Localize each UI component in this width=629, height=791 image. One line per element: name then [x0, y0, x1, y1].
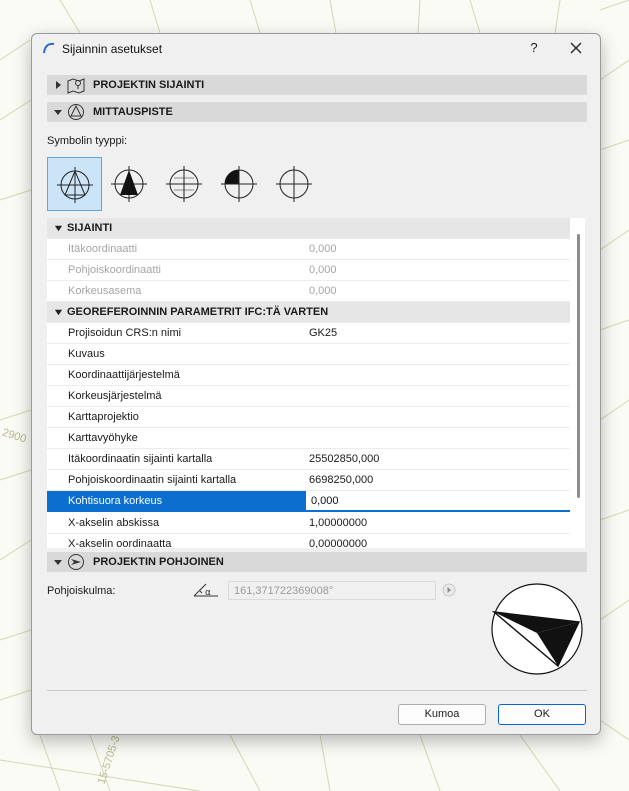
- help-button[interactable]: ?: [524, 39, 544, 57]
- map-pin-icon: [67, 78, 85, 94]
- table-row: Korkeusasema 0,000: [47, 281, 570, 302]
- symbol-type-2-button[interactable]: [102, 157, 157, 211]
- property-label: Pohjoiskoordinaatin sijainti kartalla: [68, 474, 237, 486]
- compass-icon: [68, 554, 84, 570]
- property-value: 0,000: [309, 285, 337, 297]
- table-row[interactable]: Korkeusjärjestelmä: [47, 386, 570, 407]
- north-angle-input[interactable]: 161,371722369008°: [228, 581, 436, 600]
- property-value[interactable]: 0,00000000: [309, 538, 367, 548]
- table-row[interactable]: X-akselin oordinaatta 0,00000000: [47, 534, 570, 548]
- north-compass-icon[interactable]: [490, 582, 584, 676]
- section-title: PROJEKTIN SIJAINTI: [93, 79, 205, 91]
- group-label: SIJAINTI: [67, 222, 113, 234]
- divider: [47, 690, 587, 691]
- table-row[interactable]: Pohjoiskoordinaatin sijainti kartalla 66…: [47, 470, 570, 491]
- cancel-button[interactable]: Kumoa: [398, 704, 486, 725]
- angle-icon: α: [193, 583, 218, 598]
- app-arc-icon: [43, 42, 55, 54]
- table-row[interactable]: Itäkoordinaatin sijainti kartalla 255028…: [47, 449, 570, 470]
- property-label: X-akselin oordinaatta: [68, 538, 172, 548]
- property-value: 0,000: [309, 243, 337, 255]
- section-title: PROJEKTIN POHJOINEN: [93, 556, 224, 568]
- group-georeferencing[interactable]: GEOREFEROINNIN PARAMETRIT IFC:TÄ VARTEN: [47, 302, 570, 323]
- table-row[interactable]: X-akselin abskissa 1,00000000: [47, 513, 570, 534]
- property-label: Koordinaattijärjestelmä: [68, 369, 180, 381]
- property-value[interactable]: 25502850,000: [309, 453, 379, 465]
- table-row[interactable]: Projisoidun CRS:n nimi GK25: [47, 323, 570, 344]
- dialog-title: Sijainnin asetukset: [62, 42, 163, 56]
- ok-button[interactable]: OK: [498, 704, 586, 725]
- survey-symbol-crosshair-icon: [276, 166, 312, 202]
- symbol-type-3-button[interactable]: [157, 157, 212, 211]
- survey-point-icon: [68, 104, 84, 120]
- symbol-type-label: Symbolin tyyppi:: [47, 135, 128, 147]
- title-bar: Sijainnin asetukset ?: [32, 34, 600, 62]
- property-label: Kuvaus: [68, 348, 105, 360]
- survey-symbol-open-triangle-icon: [57, 167, 93, 203]
- location-settings-dialog: Sijainnin asetukset ? PROJEKTIN SIJAINTI…: [31, 33, 601, 735]
- property-value[interactable]: 6698250,000: [309, 474, 373, 486]
- chevron-right-icon: [56, 81, 61, 89]
- table-row: Pohjoiskoordinaatti 0,000: [47, 260, 570, 281]
- table-row[interactable]: Karttaprojektio: [47, 407, 570, 428]
- table-row[interactable]: Koordinaattijärjestelmä: [47, 365, 570, 386]
- property-value-editor[interactable]: 0,000: [306, 491, 570, 512]
- arrow-right-icon[interactable]: [442, 583, 456, 597]
- svg-text:α: α: [205, 588, 211, 598]
- symbol-type-1-button[interactable]: [47, 157, 102, 211]
- property-label: Itäkoordinaatti: [68, 243, 138, 255]
- survey-symbol-quarter-filled-icon: [221, 166, 257, 202]
- property-label: Itäkoordinaatin sijainti kartalla: [68, 453, 213, 465]
- property-label: Korkeusasema: [68, 285, 142, 297]
- table-row: Itäkoordinaatti 0,000: [47, 239, 570, 260]
- property-value[interactable]: GK25: [309, 327, 337, 339]
- vertical-scrollbar[interactable]: [577, 234, 580, 498]
- property-value: 0,000: [309, 264, 337, 276]
- property-label: Karttaprojektio: [68, 411, 139, 423]
- survey-symbol-circle-cross-icon: [166, 166, 202, 202]
- property-label: Pohjoiskoordinaatti: [68, 264, 161, 276]
- group-label: GEOREFEROINNIN PARAMETRIT IFC:TÄ VARTEN: [67, 306, 329, 318]
- property-label: Korkeusjärjestelmä: [68, 390, 162, 402]
- property-label: Karttavyöhyke: [68, 432, 138, 444]
- chevron-down-icon: [54, 225, 63, 232]
- group-location[interactable]: SIJAINTI: [47, 218, 570, 239]
- property-grid[interactable]: SIJAINTI Itäkoordinaatti 0,000 Pohjoisko…: [47, 218, 585, 548]
- section-project-location[interactable]: PROJEKTIN SIJAINTI: [47, 75, 587, 95]
- property-label: X-akselin abskissa: [68, 517, 160, 529]
- table-row-selected[interactable]: Kohtisuora korkeus 0,000: [47, 491, 570, 512]
- property-value: 0,000: [311, 495, 339, 507]
- close-icon[interactable]: [566, 38, 586, 58]
- chevron-down-icon: [54, 110, 62, 115]
- section-title: MITTAUSPISTE: [93, 106, 173, 118]
- table-row[interactable]: Kuvaus: [47, 344, 570, 365]
- section-project-north[interactable]: PROJEKTIN POHJOINEN: [47, 552, 587, 572]
- survey-symbol-filled-triangle-icon: [111, 166, 147, 202]
- property-value[interactable]: 1,00000000: [309, 517, 367, 529]
- property-label: Kohtisuora korkeus: [68, 495, 163, 507]
- table-row[interactable]: Karttavyöhyke: [47, 428, 570, 449]
- chevron-down-icon: [54, 309, 63, 316]
- symbol-type-4-button[interactable]: [212, 157, 267, 211]
- chevron-down-icon: [54, 560, 62, 565]
- north-angle-label: Pohjoiskulma:: [47, 585, 116, 597]
- property-label: Projisoidun CRS:n nimi: [68, 327, 182, 339]
- symbol-type-5-button[interactable]: [267, 157, 322, 211]
- section-survey-point[interactable]: MITTAUSPISTE: [47, 102, 587, 122]
